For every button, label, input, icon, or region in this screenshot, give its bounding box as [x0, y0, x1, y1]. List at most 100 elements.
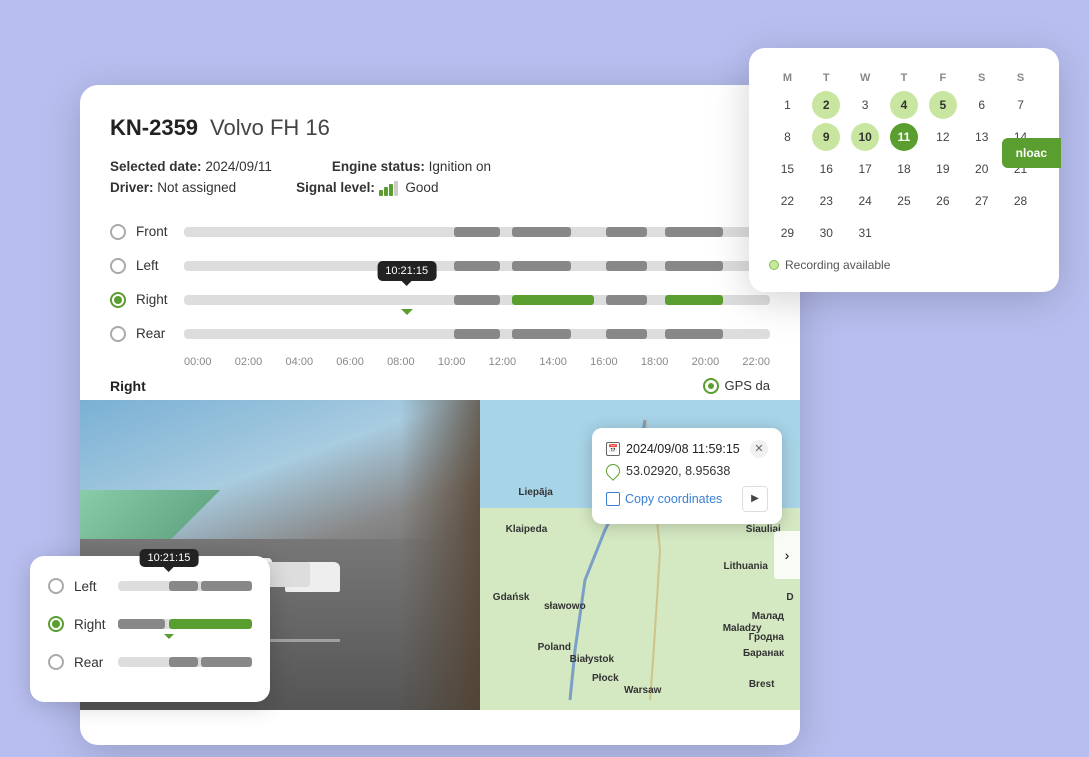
engine-value: Ignition on	[429, 159, 491, 174]
gps-text: GPS da	[724, 378, 770, 393]
gps-close-button[interactable]: ✕	[750, 440, 768, 458]
active-camera-name: Right	[110, 378, 146, 394]
mini-popup-card: Left 10:21:15 Right Rear	[30, 556, 270, 702]
copy-icon	[606, 492, 620, 506]
cal-day-30[interactable]: 30	[812, 219, 840, 247]
cal-day-2[interactable]: 2	[812, 91, 840, 119]
signal-label: Signal level:	[296, 180, 375, 195]
cal-day-25[interactable]: 25	[890, 187, 918, 215]
time-axis: 00:00 02:00 04:00 06:00 08:00 10:00 12:0…	[110, 356, 770, 368]
window-edge	[400, 400, 480, 710]
mini-radio-rear[interactable]	[48, 654, 64, 670]
cal-day-9[interactable]: 9	[812, 123, 840, 151]
slide-arrow-button[interactable]: ›	[774, 531, 800, 579]
copy-coordinates-button[interactable]: Copy coordinates	[606, 492, 722, 506]
cal-day-10[interactable]: 10	[851, 123, 879, 151]
gps-data-label: GPS da	[703, 378, 770, 394]
camera-label-left: Left	[136, 258, 184, 273]
map-city-malad: Малад	[752, 611, 784, 622]
radio-right[interactable]	[110, 292, 126, 308]
calendar-grid: M T W T F S S 1 2 3 4 5 6 7 8 9 10 11 12…	[769, 68, 1039, 248]
map-city-klaipeda: Klaipeda	[506, 524, 548, 535]
cal-header-t2: T	[886, 68, 923, 88]
location-icon	[603, 461, 623, 481]
time-00: 00:00	[184, 356, 212, 368]
tooltip-arrow-icon	[401, 309, 413, 315]
signal-level-field: Signal level: Good	[296, 180, 438, 196]
cal-day-16[interactable]: 16	[812, 155, 840, 183]
info-row-1: Selected date: 2024/09/11 Engine status:…	[110, 159, 770, 174]
mini-bar-right	[118, 619, 252, 629]
driver-value: Not assigned	[157, 180, 236, 195]
selected-date-field: Selected date: 2024/09/11	[110, 159, 272, 174]
cal-day-27[interactable]: 27	[968, 187, 996, 215]
map-panel: Liepāja Jelgava Klaipeda Šiauliai Lithua…	[480, 400, 800, 710]
map-city-gdansk: Gdańsk	[493, 592, 530, 603]
cal-day-24[interactable]: 24	[851, 187, 879, 215]
cal-day-31[interactable]: 31	[851, 219, 879, 247]
legend-dot-icon	[769, 260, 779, 270]
calendar-icon: 📅	[606, 442, 620, 456]
vehicle-id: KN-2359	[110, 115, 198, 141]
cal-day-13[interactable]: 13	[968, 123, 996, 151]
cal-day-4[interactable]: 4	[890, 91, 918, 119]
download-button[interactable]: nloac	[1002, 138, 1061, 168]
mini-tooltip: 10:21:15	[139, 549, 198, 567]
cal-day-11[interactable]: 11	[890, 123, 918, 151]
cal-day-23[interactable]: 23	[812, 187, 840, 215]
mini-label-right: Right	[74, 617, 118, 632]
gps-popup-actions: Copy coordinates ▶	[606, 486, 768, 512]
radio-left[interactable]	[110, 258, 126, 274]
cal-day-7[interactable]: 7	[1007, 91, 1035, 119]
time-14: 14:00	[539, 356, 567, 368]
radio-rear[interactable]	[110, 326, 126, 342]
cal-day-29[interactable]: 29	[773, 219, 801, 247]
cal-day-18[interactable]: 18	[890, 155, 918, 183]
camera-row-left[interactable]: Left	[110, 252, 770, 280]
cal-header-s2: S	[1002, 68, 1039, 88]
calendar-card: M T W T F S S 1 2 3 4 5 6 7 8 9 10 11 12…	[749, 48, 1059, 292]
cal-day-28[interactable]: 28	[1007, 187, 1035, 215]
cal-day-15[interactable]: 15	[773, 155, 801, 183]
mini-radio-left[interactable]	[48, 578, 64, 594]
camera-row-right[interactable]: Right 10:21:15	[110, 286, 770, 314]
cal-day-20[interactable]: 20	[968, 155, 996, 183]
cal-header-s1: S	[963, 68, 1000, 88]
cal-header-t1: T	[808, 68, 845, 88]
driver-field: Driver: Not assigned	[110, 180, 236, 196]
cal-header-f: F	[924, 68, 961, 88]
mini-label-left: Left	[74, 579, 118, 594]
camera-row-rear[interactable]: Rear	[110, 320, 770, 348]
gps-popup-date: 📅 2024/09/08 11:59:15	[606, 442, 740, 456]
cal-day-5[interactable]: 5	[929, 91, 957, 119]
map-city-lithuania: Lithuania	[724, 561, 768, 572]
mini-camera-row-left[interactable]: Left 10:21:15	[48, 572, 252, 600]
time-22: 22:00	[742, 356, 770, 368]
cal-day-6[interactable]: 6	[968, 91, 996, 119]
cal-day-8[interactable]: 8	[773, 123, 801, 151]
mini-camera-row-right[interactable]: Right	[48, 610, 252, 638]
cal-day-26[interactable]: 26	[929, 187, 957, 215]
map-city-grodno: Гродна	[749, 632, 784, 643]
mini-radio-right[interactable]	[48, 616, 64, 632]
map-city-warsaw: Warsaw	[624, 685, 661, 696]
cal-day-22[interactable]: 22	[773, 187, 801, 215]
timeline-tooltip: 10:21:15	[377, 261, 436, 281]
cal-day-17[interactable]: 17	[851, 155, 879, 183]
cal-day-12[interactable]: 12	[929, 123, 957, 151]
mini-bar-left: 10:21:15	[118, 581, 252, 591]
gps-coords-row: 53.02920, 8.95638	[606, 464, 768, 478]
cal-day-19[interactable]: 19	[929, 155, 957, 183]
cal-day-3[interactable]: 3	[851, 91, 879, 119]
mini-camera-row-rear[interactable]: Rear	[48, 648, 252, 676]
camera-label-front: Front	[136, 224, 184, 239]
map-city-bialystok: Białystok	[570, 654, 614, 665]
time-18: 18:00	[641, 356, 669, 368]
cal-day-1[interactable]: 1	[773, 91, 801, 119]
timeline-bar-left	[184, 261, 770, 271]
camera-view-bar: Right GPS da	[80, 368, 800, 400]
camera-row-front[interactable]: Front	[110, 218, 770, 246]
play-button[interactable]: ▶	[742, 486, 768, 512]
vehicle-model: Volvo FH 16	[210, 115, 330, 141]
radio-front[interactable]	[110, 224, 126, 240]
